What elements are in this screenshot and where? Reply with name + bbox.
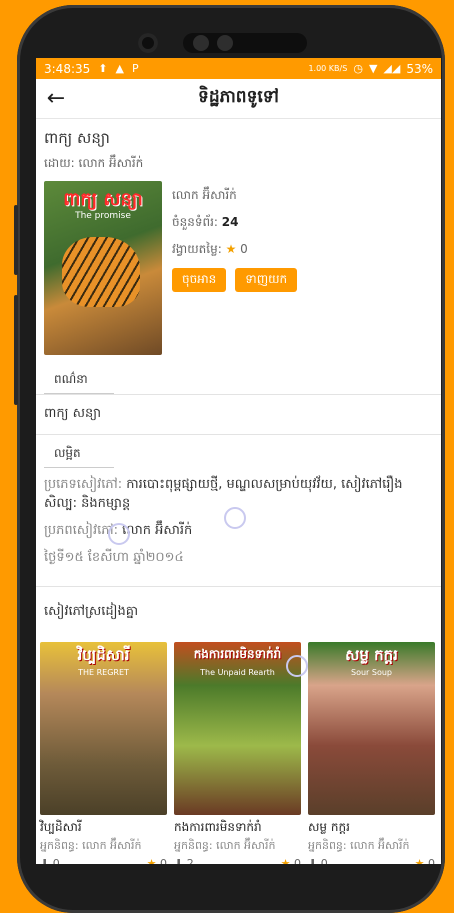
book-card-title: សម្ល កក្តរ — [308, 820, 350, 834]
tab-description[interactable]: ពណ៌នា — [44, 369, 114, 394]
rating-value: 0 — [240, 242, 248, 256]
wifi-icon: ▼ — [368, 62, 378, 75]
download-count: ⬇ 0 — [40, 857, 60, 864]
status-time: 3:48:35 — [44, 61, 91, 76]
screen: 3:48:35 ⬆ ▲ P 1.00 KB/S ◷ ▼ ◢◢ 53% ← ទិដ… — [36, 58, 441, 864]
network-speed: 1.00 KB/S — [308, 63, 348, 73]
book-card-author: អ្នកនិពន្ធ: លោក អ៊ឹសារីក់ — [174, 839, 276, 852]
book-card[interactable]: សម្ល កក្តរ Sour Soup សម្ល កក្តរ អ្នកនិពន… — [308, 642, 435, 864]
book-card[interactable]: កងការពារមិនទាក់រាំ The Unpaid Rearth កងក… — [174, 642, 301, 864]
app-bar: ← ទិដ្ឋភាពទូទៅ — [36, 79, 441, 119]
side-button — [14, 205, 18, 275]
download-count: ⬇ 2 — [174, 857, 194, 864]
book-card-footer: ⬇ 0 ★ 0 — [308, 857, 435, 864]
status-bar: 3:48:35 ⬆ ▲ P 1.00 KB/S ◷ ▼ ◢◢ 53% — [36, 58, 441, 79]
star-icon: ★ — [225, 242, 237, 256]
book-cover[interactable]: ពាក្យ សន្យា The promise — [44, 181, 162, 355]
divider — [36, 434, 441, 435]
publish-date: ថ្ងៃទី១៥ ខែសីហា ឆ្នាំ២០១៤ — [44, 550, 184, 565]
book-card-cover: សម្ល កក្តរ Sour Soup — [308, 642, 435, 815]
book-rating: វង្វាយតម្លៃ: ★ 0 — [172, 241, 297, 259]
star-icon: ★ — [280, 857, 291, 864]
similar-books-title: សៀវភៅស្រដៀងគ្នា — [44, 604, 139, 619]
cover-subtitle: The promise — [75, 211, 131, 221]
download-count-value: 2 — [186, 857, 194, 864]
card-banner: កងការពារមិនទាក់រាំ — [193, 647, 282, 661]
card-rating-value: 0 — [294, 857, 301, 864]
card-rating-value: 0 — [160, 857, 167, 864]
tiger-illustration — [62, 237, 140, 307]
book-card[interactable]: វិប្បដិសារី THE REGRET វិប្បដិសារី អ្នកន… — [40, 642, 167, 864]
side-button — [14, 295, 18, 405]
source-value: លោក អ៊ឹសារីក់ — [122, 523, 193, 538]
card-rating: ★ 0 — [281, 857, 301, 864]
category-label: ប្រភេទសៀវភៅ: — [44, 477, 123, 492]
source-label: ប្រភពសៀវភៅ: — [44, 523, 119, 538]
book-pages: ចំនួនទំព័រ: 24 — [172, 214, 297, 232]
cover-title: ពាក្យ សន្យា — [63, 189, 143, 210]
book-detail: ពាក្យ សន្យា ដោយ: លោក អ៊ឹសារីក់ ពាក្យ សន្… — [36, 129, 441, 632]
book-card-footer: ⬇ 0 ★ 0 — [40, 857, 167, 864]
card-rating: ★ 0 — [147, 857, 167, 864]
action-buttons: ចុចអាន ទាញយក — [172, 268, 298, 301]
page-title: ទិដ្ឋភាពទូទៅ — [198, 87, 279, 107]
pages-label: ចំនួនទំព័រ: — [172, 215, 218, 229]
battery-level: 53% — [406, 61, 433, 76]
card-rating: ★ 0 — [415, 857, 435, 864]
description-text: ពាក្យ សន្យា — [44, 406, 102, 421]
download-count: ⬇ 0 — [308, 857, 328, 864]
card-banner-sub: THE REGRET — [78, 668, 129, 677]
parking-icon: P — [131, 62, 139, 75]
touch-indicator — [108, 523, 130, 545]
card-rating-value: 0 — [428, 857, 435, 864]
back-arrow-icon[interactable]: ← — [36, 79, 76, 119]
rating-label: វង្វាយតម្លៃ: — [172, 242, 222, 256]
download-count-value: 0 — [52, 857, 60, 864]
book-card-cover: កងការពារមិនទាក់រាំ The Unpaid Rearth — [174, 642, 301, 815]
touch-indicator — [224, 507, 246, 529]
drive-icon: ▲ — [115, 62, 124, 75]
card-banner-sub: Sour Soup — [351, 668, 392, 677]
tab-details[interactable]: លម្អិត — [44, 443, 114, 468]
pages-value: 24 — [221, 215, 239, 229]
card-banner: វិប្បដិសារី — [77, 646, 130, 664]
book-meta: លោក អ៊ឹសារីក់ ចំនួនទំព័រ: 24 វង្វាយតម្លៃ… — [172, 181, 298, 355]
earpiece — [183, 33, 307, 53]
book-card-title: កងការពារមិនទាក់រាំ — [174, 820, 262, 834]
alarm-icon: ◷ — [353, 62, 363, 75]
book-card-cover: វិប្បដិសារី THE REGRET — [40, 642, 167, 815]
read-button[interactable]: ចុចអាន — [172, 268, 227, 292]
download-count-value: 0 — [320, 857, 328, 864]
book-byline: ដោយ: លោក អ៊ឹសារីក់ — [44, 156, 144, 170]
book-card-footer: ⬇ 2 ★ 0 — [174, 857, 301, 864]
book-card-author: អ្នកនិពន្ធ: លោក អ៊ឹសារីក់ — [40, 839, 142, 852]
book-author: លោក អ៊ឹសារីក់ — [172, 188, 237, 202]
similar-books-list: វិប្បដិសារី THE REGRET វិប្បដិសារី អ្នកន… — [40, 642, 435, 864]
touch-indicator — [286, 655, 308, 677]
star-icon: ★ — [146, 857, 157, 864]
front-camera — [138, 33, 158, 53]
book-card-author: អ្នកនិពន្ធ: លោក អ៊ឹសារីក់ — [308, 839, 410, 852]
card-banner: សម្ល កក្តរ — [345, 646, 398, 664]
book-card-title: វិប្បដិសារី — [40, 820, 82, 834]
download-button[interactable]: ទាញយក — [235, 268, 298, 292]
book-title: ពាក្យ សន្យា — [44, 129, 110, 147]
card-banner-sub: The Unpaid Rearth — [200, 668, 275, 677]
signal-icon: ◢◢ — [383, 62, 401, 75]
upload-icon: ⬆ — [98, 62, 108, 75]
star-icon: ★ — [414, 857, 425, 864]
book-info: ពាក្យ សន្យា The promise លោក អ៊ឹសារីក់ ចំ… — [44, 181, 433, 355]
